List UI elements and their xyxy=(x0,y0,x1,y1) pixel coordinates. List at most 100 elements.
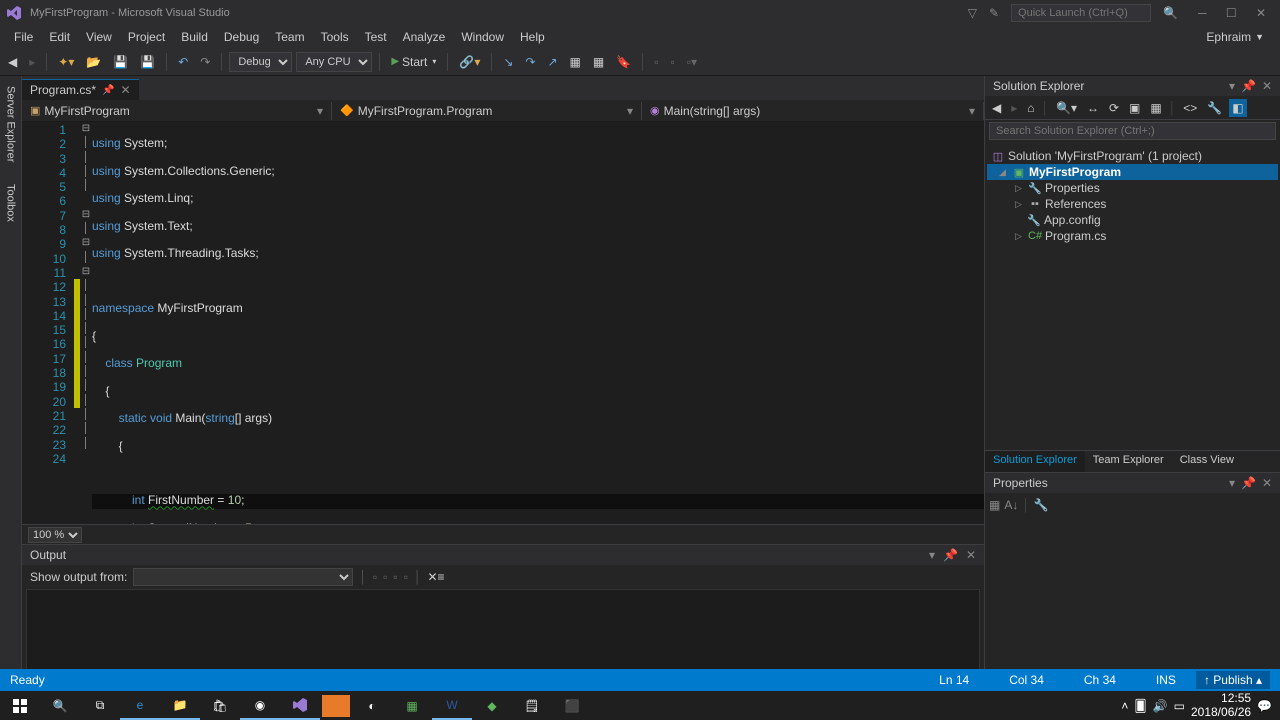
menu-build[interactable]: Build xyxy=(173,28,216,46)
props-close-icon[interactable]: ✕ xyxy=(1262,476,1272,490)
menu-analyze[interactable]: Analyze xyxy=(395,28,454,46)
server-explorer-tab[interactable]: Server Explorer xyxy=(3,80,19,168)
props-cat-icon[interactable]: ▦ xyxy=(989,498,1000,512)
menu-file[interactable]: File xyxy=(6,28,41,46)
code-content[interactable]: using System; using System.Collections.G… xyxy=(92,122,984,524)
menu-view[interactable]: View xyxy=(78,28,120,46)
uncomment-button[interactable]: ▦ xyxy=(589,53,608,71)
save-button[interactable]: 💾 xyxy=(109,53,132,71)
output-tool-4[interactable]: ▫ xyxy=(404,570,408,584)
output-close-icon[interactable]: ✕ xyxy=(966,548,976,562)
sln-back-icon[interactable]: ◀ xyxy=(989,99,1004,117)
tool-b[interactable]: ▫ xyxy=(666,53,678,71)
bookmark-button[interactable]: 🔖 xyxy=(612,53,635,71)
tool-a[interactable]: ▫ xyxy=(650,53,662,71)
undo-button[interactable]: ↶ xyxy=(174,53,192,71)
feedback-icon[interactable]: ✎ xyxy=(989,6,999,20)
forward-button[interactable]: ▸ xyxy=(25,53,39,71)
tray-clock[interactable]: 12:552018/06/26 xyxy=(1191,692,1251,718)
sln-preview-icon[interactable]: ◧ xyxy=(1229,99,1246,117)
nav-project[interactable]: ▣MyFirstProgram▾ xyxy=(22,102,332,120)
sln-fwd-icon[interactable]: ▸ xyxy=(1008,99,1020,117)
taskbar-app3[interactable]: ▦ xyxy=(392,691,432,720)
output-tool-1[interactable]: ▫ xyxy=(373,570,377,584)
pin-icon[interactable]: 📌 xyxy=(102,85,114,96)
tab-class-view[interactable]: Class View xyxy=(1172,451,1242,472)
sln-sync-icon[interactable]: ↔ xyxy=(1084,99,1102,117)
output-body[interactable] xyxy=(26,589,980,677)
nav-class[interactable]: 🔶MyFirstProgram.Program▾ xyxy=(332,102,642,120)
sln-code-icon[interactable]: <> xyxy=(1180,99,1200,117)
tray-volume-icon[interactable]: 🔊 xyxy=(1153,699,1168,713)
taskbar-app1[interactable] xyxy=(322,695,350,717)
system-tray[interactable]: ˄ 🂠 🔊 ▭ 12:552018/06/26 💬 xyxy=(1121,692,1280,718)
props-dropdown-icon[interactable]: ▾ xyxy=(1229,476,1235,490)
redo-button[interactable]: ↷ xyxy=(196,53,214,71)
output-tool-2[interactable]: ▫ xyxy=(383,570,387,584)
taskbar-word[interactable]: W xyxy=(432,691,472,720)
save-all-button[interactable]: 💾 xyxy=(136,53,159,71)
sln-showall-icon[interactable]: ▦ xyxy=(1147,99,1164,117)
sln-pin-icon[interactable]: 📌 xyxy=(1241,79,1256,93)
tray-notifications-icon[interactable]: 💬 xyxy=(1257,699,1272,713)
solution-tree[interactable]: ◫Solution 'MyFirstProgram' (1 project) ◢… xyxy=(985,144,1280,450)
output-tool-3[interactable]: ▫ xyxy=(393,570,397,584)
tree-solution[interactable]: ◫Solution 'MyFirstProgram' (1 project) xyxy=(987,148,1278,164)
step-out-button[interactable]: ↗ xyxy=(543,53,561,71)
browser-link-button[interactable]: 🔗▾ xyxy=(455,53,484,71)
menu-team[interactable]: Team xyxy=(267,28,312,46)
publish-button[interactable]: ↑ Publish ▴ xyxy=(1196,671,1270,689)
tab-sln-explorer[interactable]: Solution Explorer xyxy=(985,451,1085,472)
step-into-button[interactable]: ↘ xyxy=(499,53,517,71)
props-pin-icon[interactable]: 📌 xyxy=(1241,476,1256,490)
output-source-select[interactable] xyxy=(133,568,353,586)
taskbar-store[interactable]: 🛍 xyxy=(200,691,240,720)
sln-scope-icon[interactable]: 🔍▾ xyxy=(1053,99,1080,117)
close-tab-icon[interactable]: ✕ xyxy=(120,83,130,97)
back-button[interactable]: ◀ xyxy=(4,53,21,71)
tab-team-explorer[interactable]: Team Explorer xyxy=(1085,451,1172,472)
taskbar-chrome[interactable]: ◉ xyxy=(240,691,280,720)
zoom-select[interactable]: 100 % xyxy=(28,527,82,543)
sln-props-icon[interactable]: 🔧 xyxy=(1204,99,1225,117)
search-button[interactable]: 🔍 xyxy=(40,691,80,720)
props-sort-icon[interactable]: A↓ xyxy=(1004,498,1018,512)
menu-test[interactable]: Test xyxy=(357,28,395,46)
taskbar-edge[interactable]: e xyxy=(120,691,160,720)
sln-dropdown-icon[interactable]: ▾ xyxy=(1229,79,1235,93)
sln-home-icon[interactable]: ⌂ xyxy=(1024,99,1037,117)
comment-button[interactable]: ▦ xyxy=(566,53,585,71)
taskbar-app4[interactable]: ◆ xyxy=(472,691,512,720)
code-editor[interactable]: 123456789101112131415161718192021222324 … xyxy=(22,122,984,524)
taskbar-app2[interactable]: ◐ xyxy=(352,691,392,720)
taskbar-explorer[interactable]: 📁 xyxy=(160,691,200,720)
tree-appconfig[interactable]: 🔧App.config xyxy=(987,212,1278,228)
menu-edit[interactable]: Edit xyxy=(41,28,78,46)
new-project-button[interactable]: ✦▾ xyxy=(54,53,78,71)
tool-c[interactable]: ▫▾ xyxy=(683,53,701,71)
close-button[interactable]: ✕ xyxy=(1248,6,1274,20)
step-over-button[interactable]: ↷ xyxy=(521,53,539,71)
output-dropdown-icon[interactable]: ▾ xyxy=(929,548,935,562)
tree-properties[interactable]: ▷🔧Properties xyxy=(987,180,1278,196)
search-icon[interactable]: 🔍 xyxy=(1163,6,1178,20)
start-button[interactable]: ▶Start▾ xyxy=(387,53,440,71)
sln-close-icon[interactable]: ✕ xyxy=(1262,79,1272,93)
tray-lang-icon[interactable]: ▭ xyxy=(1174,699,1185,713)
tree-programcs[interactable]: ▷C#Program.cs xyxy=(987,228,1278,244)
sln-collapse-icon[interactable]: ▣ xyxy=(1126,99,1143,117)
menu-help[interactable]: Help xyxy=(512,28,553,46)
tray-chevron-icon[interactable]: ˄ xyxy=(1121,699,1128,713)
taskbar-vs[interactable] xyxy=(280,691,320,720)
menu-tools[interactable]: Tools xyxy=(313,28,357,46)
nav-method[interactable]: ◉Main(string[] args)▾ xyxy=(642,102,984,120)
solution-search-input[interactable] xyxy=(989,122,1276,140)
notification-icon[interactable]: ▽ xyxy=(968,6,977,20)
quick-launch-input[interactable] xyxy=(1011,4,1151,22)
output-clear[interactable]: ✕≡ xyxy=(427,570,444,584)
sln-refresh-icon[interactable]: ⟳ xyxy=(1106,99,1122,117)
task-view-button[interactable]: ⧉ xyxy=(80,691,120,720)
output-pin-icon[interactable]: 📌 xyxy=(943,548,958,562)
user-menu[interactable]: Ephraim▼ xyxy=(1206,30,1274,44)
platform-select[interactable]: Any CPU xyxy=(296,52,372,72)
